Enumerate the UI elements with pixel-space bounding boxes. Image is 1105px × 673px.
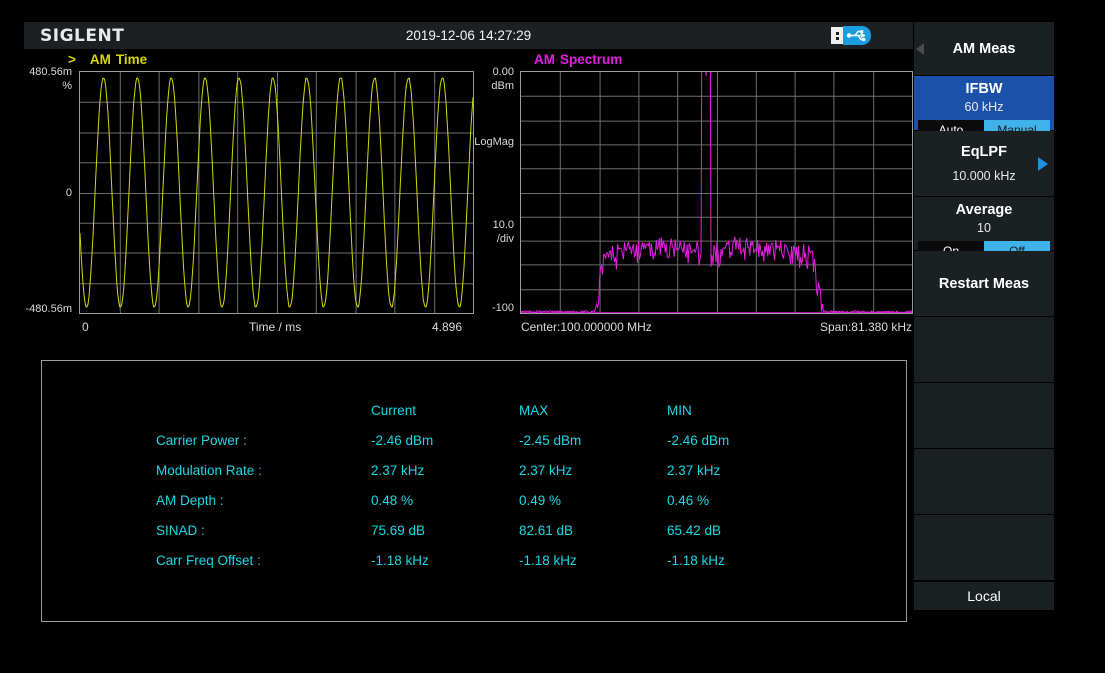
local-label: Local: [967, 588, 1000, 604]
ifbw-value: 60 kHz: [914, 100, 1054, 114]
measurement-row-label: Carr Freq Offset :: [156, 546, 371, 575]
measurement-table: CurrentMAXMINCarrier Power :-2.46 dBm-2.…: [156, 396, 815, 575]
measurement-value-max: 0.49 %: [519, 486, 667, 515]
usb-drive-icon: [831, 26, 871, 45]
measurement-value-min: 65.42 dB: [667, 516, 815, 545]
measurement-value-min: -1.18 kHz: [667, 546, 815, 575]
spectrum-span-label: Span:81.380 kHz: [700, 320, 912, 334]
measurement-results-panel: CurrentMAXMINCarrier Power :-2.46 dBm-2.…: [41, 360, 907, 622]
measurement-value-max: 82.61 dB: [519, 516, 667, 545]
am-time-plot[interactable]: [79, 71, 474, 314]
time-x-min-label: 0: [82, 320, 89, 334]
time-graph-title-b: Time: [116, 52, 147, 67]
measurement-value-min: 0.46 %: [667, 486, 815, 515]
eqlpf-label: EqLPF: [961, 144, 1007, 160]
measurement-col-header: MAX: [519, 396, 667, 425]
instrument-screen: SIGLENT 2019-12-06 14:27:29 > AM Time 480.…: [0, 0, 1105, 673]
menu-item-eqlpf[interactable]: EqLPF 10.000 kHz: [914, 131, 1054, 197]
title-bar: SIGLENT 2019-12-06 14:27:29: [24, 22, 913, 49]
measurement-value-current: -2.46 dBm: [371, 426, 519, 455]
time-y-max-label: 480.56m: [10, 66, 72, 78]
measurement-value-min: 2.37 kHz: [667, 456, 815, 485]
measurement-row-label: Modulation Rate :: [156, 456, 371, 485]
measurement-row-label: AM Depth :: [156, 486, 371, 515]
measurement-value-current: 2.37 kHz: [371, 456, 519, 485]
submenu-caret-icon[interactable]: [1038, 157, 1048, 171]
menu-header-label: AM Meas: [953, 41, 1016, 57]
menu-item-empty-1[interactable]: [914, 317, 1054, 383]
time-y-unit-label: %: [10, 80, 72, 92]
measurement-value-current: -1.18 kHz: [371, 546, 519, 575]
restart-meas-label: Restart Meas: [939, 276, 1029, 292]
measurement-value-max: -2.45 dBm: [519, 426, 667, 455]
measurement-row-label: SINAD :: [156, 516, 371, 545]
datetime-display: 2019-12-06 14:27:29: [24, 28, 913, 43]
menu-item-local[interactable]: Local: [914, 581, 1054, 611]
eqlpf-value: 10.000 kHz: [952, 169, 1015, 183]
measurement-value-current: 75.69 dB: [371, 516, 519, 545]
ifbw-label: IFBW: [914, 81, 1054, 97]
menu-item-restart-meas[interactable]: Restart Meas: [914, 251, 1054, 317]
spectrum-center-label: Center:100.000000 MHz: [521, 320, 652, 334]
average-value: 10: [914, 221, 1054, 235]
spectrum-y-unit-label: dBm: [456, 80, 514, 92]
spectrum-y-format-label: LogMag: [446, 136, 514, 148]
spectrum-y-div-unit-label: /div: [456, 233, 514, 245]
measurement-col-blank: [156, 396, 371, 425]
time-graph-title-a: AM: [90, 52, 111, 67]
am-spectrum-plot[interactable]: [520, 71, 913, 314]
menu-header-am-meas[interactable]: AM Meas: [914, 22, 1054, 76]
menu-item-average[interactable]: Average 10 On Off: [914, 197, 1054, 251]
measurement-col-header: MIN: [667, 396, 815, 425]
selection-arrow-icon: >: [68, 52, 76, 67]
spectrum-graph-title-a: AM: [534, 52, 555, 67]
usb-body-icon: [831, 27, 843, 44]
measurement-col-header: Current: [371, 396, 519, 425]
time-y-min-label: -480.56m: [4, 303, 72, 315]
usb-plug-icon: [843, 26, 871, 45]
measurement-value-max: -1.18 kHz: [519, 546, 667, 575]
measurement-row-label: Carrier Power :: [156, 426, 371, 455]
time-x-axis-label: Time / ms: [249, 320, 301, 334]
menu-item-empty-2[interactable]: [914, 383, 1054, 449]
measurement-value-max: 2.37 kHz: [519, 456, 667, 485]
spectrum-graph-title-b: Spectrum: [560, 52, 622, 67]
menu-item-ifbw[interactable]: IFBW 60 kHz Auto Manual: [914, 76, 1054, 131]
back-caret-icon[interactable]: [916, 43, 924, 55]
time-x-max-label: 4.896: [432, 320, 462, 334]
spectrum-y-max-label: 0.00: [456, 66, 514, 78]
spectrum-y-div-label: 10.0: [456, 219, 514, 231]
menu-item-empty-3[interactable]: [914, 449, 1054, 515]
softkey-menu: AM Meas IFBW 60 kHz Auto Manual EqLPF 10…: [914, 22, 1054, 611]
measurement-value-min: -2.46 dBm: [667, 426, 815, 455]
time-y-mid-label: 0: [10, 187, 72, 199]
time-graph-title: > AM Time: [68, 52, 147, 67]
measurement-value-current: 0.48 %: [371, 486, 519, 515]
average-label: Average: [914, 202, 1054, 218]
menu-item-empty-4[interactable]: [914, 515, 1054, 581]
spectrum-graph-title: AM Spectrum: [534, 52, 622, 67]
spectrum-y-min-label: -100: [456, 302, 514, 314]
